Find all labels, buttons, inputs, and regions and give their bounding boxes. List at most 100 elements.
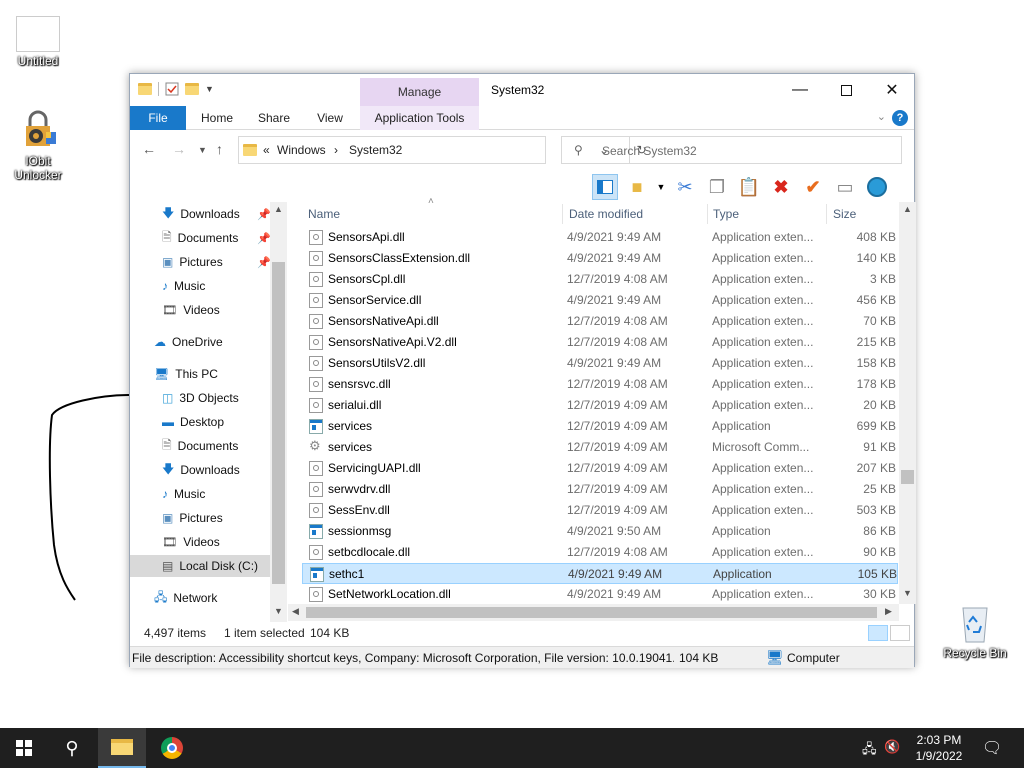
file-row[interactable]: SensorsNativeApi.dll 12/7/2019 4:08 AM App… <box>302 311 898 332</box>
tab-view[interactable]: View <box>306 106 354 130</box>
file-row[interactable]: SensorsNativeApi.V2.dll 12/7/2019 4:08 AM… <box>302 332 898 353</box>
scroll-up-icon[interactable]: ▲ <box>274 204 283 214</box>
breadcrumb-system32[interactable]: System32 <box>349 143 402 157</box>
nav-item-onedrive[interactable]: ☁ OneDrive <box>154 331 223 353</box>
maximize-button[interactable] <box>823 74 869 106</box>
forward-arrow-icon[interactable]: → <box>172 141 186 157</box>
back-arrow-icon[interactable]: ← <box>142 141 156 157</box>
column-divider[interactable] <box>826 204 827 224</box>
file-row[interactable]: sessionmsg 4/9/2021 9:50 AM Application 86 … <box>302 521 898 542</box>
up-arrow-icon[interactable]: ↑ <box>216 141 223 157</box>
scrollbar-thumb[interactable] <box>272 262 285 584</box>
search-button[interactable]: ⚲ <box>48 728 96 768</box>
nav-item-3d-objects[interactable]: ◫ 3D Objects <box>162 387 239 409</box>
file-row[interactable]: sethc1 4/9/2021 9:49 AM Application 105 KB <box>302 563 898 584</box>
recent-chevron-icon[interactable]: ▼ <box>198 145 207 155</box>
breadcrumb-overflow[interactable]: « <box>263 143 270 157</box>
customize-qat-chevron-icon[interactable]: ▼ <box>205 84 214 94</box>
nav-item-pictures-pinned[interactable]: ▣ Pictures <box>162 251 223 273</box>
close-button[interactable]: ✕ <box>869 74 915 106</box>
file-row[interactable]: SensorsApi.dll 4/9/2021 9:49 AM Applicatio… <box>302 227 898 248</box>
globe-icon[interactable] <box>864 174 890 200</box>
column-header-size[interactable]: Size <box>833 207 856 221</box>
tab-application-tools[interactable]: Application Tools <box>360 106 479 130</box>
scroll-down-icon[interactable]: ▼ <box>274 606 283 616</box>
title-bar[interactable]: ▼ Manage System32 — ✕ <box>130 74 914 106</box>
start-button[interactable] <box>0 728 48 768</box>
nav-item-documents[interactable]: 🗎 Documents <box>162 435 238 457</box>
scroll-left-icon[interactable]: ◀ <box>292 606 299 617</box>
file-row[interactable]: serialui.dll 12/7/2019 4:09 AM Application… <box>302 395 898 416</box>
file-row[interactable]: ServicingUAPI.dll 12/7/2019 4:09 AM Applic… <box>302 458 898 479</box>
desktop-icon-untitled[interactable]: Untitled <box>6 16 70 68</box>
file-list-horizontal-scrollbar[interactable]: ◀ ▶ <box>288 604 899 621</box>
minimize-button[interactable]: — <box>777 74 823 106</box>
details-view-icon[interactable] <box>868 625 888 641</box>
file-row[interactable]: setbcdlocale.dll 12/7/2019 4:08 AM Applica… <box>302 542 898 563</box>
file-row[interactable]: SensorsCpl.dll 12/7/2019 4:08 AM Applicati… <box>302 269 898 290</box>
file-row[interactable]: SensorService.dll 4/9/2021 9:49 AM Applica… <box>302 290 898 311</box>
desktop-icon-recycle-bin[interactable]: Recycle Bin <box>942 600 1008 660</box>
scroll-down-icon[interactable]: ▼ <box>903 588 912 598</box>
taskbar-chrome[interactable] <box>148 728 196 768</box>
large-icons-view-icon[interactable] <box>890 625 910 641</box>
file-row[interactable]: SessEnv.dll 12/7/2019 4:09 AM Application … <box>302 500 898 521</box>
tab-share[interactable]: Share <box>250 106 298 130</box>
column-header-type[interactable]: Type <box>713 207 739 221</box>
address-bar[interactable]: « Windows › System32 ⌄ ↻ <box>238 136 647 164</box>
delete-icon[interactable]: ✖ <box>768 174 794 200</box>
clock[interactable]: 2:03 PM 1/9/2022 <box>904 732 974 764</box>
help-icon[interactable]: ? <box>892 110 908 126</box>
column-header-name[interactable]: Name <box>308 207 340 221</box>
nav-item-downloads[interactable]: 🡇 Downloads <box>162 459 240 481</box>
properties-check-icon[interactable] <box>165 82 179 96</box>
paste-icon[interactable]: 📋 <box>736 174 762 200</box>
dropdown-chevron-icon[interactable]: ▼ <box>656 174 666 200</box>
volume-muted-icon[interactable]: 🔇 <box>884 739 900 755</box>
column-divider[interactable] <box>562 204 563 224</box>
nav-item-documents-pinned[interactable]: 🗎 Documents <box>162 227 238 249</box>
pin-icon[interactable]: 📌 <box>257 208 271 221</box>
tab-home[interactable]: Home <box>192 106 242 130</box>
nav-item-videos-quick[interactable]: 🎞 Videos <box>162 299 220 321</box>
scroll-right-icon[interactable]: ▶ <box>885 606 892 617</box>
nav-pane-scrollbar[interactable]: ▲ ▼ <box>270 202 287 622</box>
desktop-icon-iobit-unlocker[interactable]: IObit Unlocker <box>6 108 70 182</box>
nav-item-pictures[interactable]: ▣ Pictures <box>162 507 223 529</box>
breadcrumb-windows[interactable]: Windows <box>277 143 326 157</box>
nav-item-videos[interactable]: 🎞 Videos <box>162 531 220 553</box>
file-row[interactable]: serwvdrv.dll 12/7/2019 4:09 AM Application… <box>302 479 898 500</box>
file-row[interactable]: SensorsUtilsV2.dll 4/9/2021 9:49 AM Applic… <box>302 353 898 374</box>
new-folder-icon[interactable] <box>185 83 199 95</box>
file-list-vertical-scrollbar[interactable]: ▲ ▼ <box>899 202 916 604</box>
column-divider[interactable] <box>707 204 708 224</box>
nav-item-network[interactable]: 🖧 Network <box>154 587 217 609</box>
column-header-date[interactable]: Date modified <box>569 207 643 221</box>
new-item-icon[interactable]: ■ <box>624 174 650 200</box>
network-icon[interactable]: 🖧 <box>862 740 877 762</box>
nav-item-this-pc[interactable]: 🖥 This PC <box>154 363 218 385</box>
preview-pane-icon[interactable] <box>592 174 618 200</box>
collapse-ribbon-chevron-icon[interactable]: ⌄ <box>877 110 886 123</box>
file-row[interactable]: SensorsClassExtension.dll 4/9/2021 9:49 A… <box>302 248 898 269</box>
cut-icon[interactable]: ✂ <box>672 174 698 200</box>
nav-item-desktop[interactable]: ▬ Desktop <box>162 411 224 433</box>
nav-item-downloads-pinned[interactable]: 🡇 Downloads <box>162 203 240 225</box>
file-row[interactable]: sensrsvc.dll 12/7/2019 4:08 AM Application… <box>302 374 898 395</box>
scrollbar-thumb[interactable] <box>306 607 877 618</box>
tab-file[interactable]: File <box>130 106 186 130</box>
file-row[interactable]: ⚙ services 12/7/2019 4:09 AM Microsoft Comm… <box>302 437 898 458</box>
search-input[interactable]: ⚲ Search System32 <box>561 136 902 164</box>
file-row[interactable]: SetNetworkLocation.dll 4/9/2021 9:49 AM Ap… <box>302 584 898 605</box>
notification-icon[interactable]: 🗨 <box>982 738 1002 758</box>
nav-item-music[interactable]: ♪ Music <box>162 483 205 505</box>
taskbar-file-explorer[interactable] <box>98 728 146 768</box>
nav-item-local-disk[interactable]: ▤ Local Disk (C:) <box>130 555 270 577</box>
scrollbar-thumb[interactable] <box>901 470 914 484</box>
file-row[interactable]: services 12/7/2019 4:09 AM Application 699 … <box>302 416 898 437</box>
pin-icon[interactable]: 📌 <box>257 232 271 245</box>
properties-icon[interactable]: ▭ <box>832 174 858 200</box>
pin-icon[interactable]: 📌 <box>257 256 271 269</box>
scroll-up-icon[interactable]: ▲ <box>903 204 912 214</box>
rename-check-icon[interactable]: ✔ <box>800 174 826 200</box>
